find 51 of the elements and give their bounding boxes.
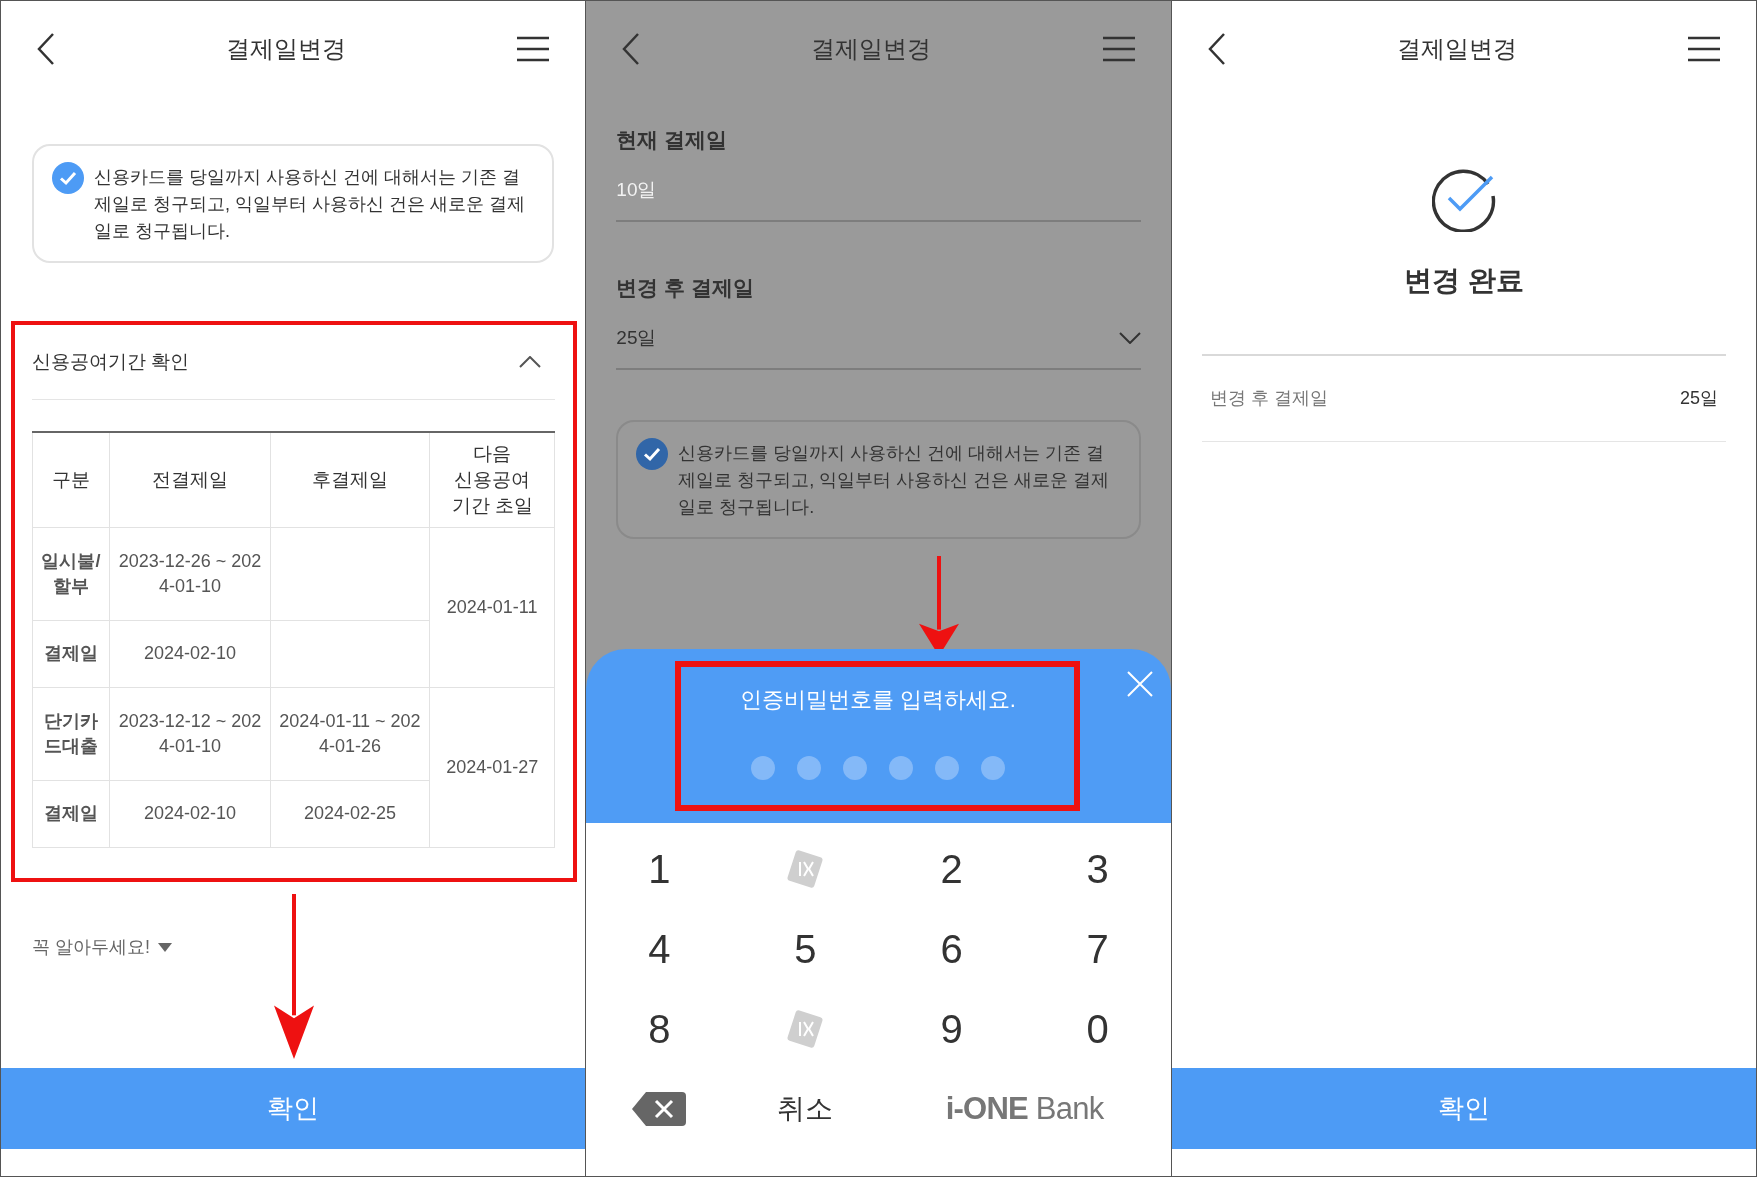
keypad-key[interactable]: 7 (1024, 909, 1171, 989)
check-circle-icon (1431, 168, 1496, 232)
brand-logo-text: i-ONE Bank (945, 1089, 1104, 1128)
table-cell: 2024-01-11 ~ 2024-01-26 (270, 687, 430, 780)
keypad-key[interactable]: 5 (732, 909, 879, 989)
column-header: 구분 (32, 432, 110, 527)
keypad-key[interactable]: 1 (586, 829, 733, 909)
field-value[interactable]: 25일 (616, 323, 657, 353)
close-icon[interactable] (1126, 671, 1153, 697)
cancel-key[interactable]: 취소 (732, 1069, 879, 1149)
keypad-key[interactable]: 9 (878, 989, 1025, 1069)
summary-value: 25일 (1679, 387, 1718, 410)
chevron-down-icon[interactable] (1118, 332, 1141, 344)
table-cell: 결제일 (32, 780, 110, 847)
screen-title: 결제일변경 (1396, 33, 1517, 64)
back-icon[interactable] (1207, 32, 1226, 65)
column-header: 후결제일 (270, 432, 430, 527)
pin-prompt: 인증비밀번호를 입력하세요. (739, 686, 1016, 714)
accordion-header[interactable]: 신용공여기간 확인 (32, 325, 556, 400)
table-cell: 2024-01-11 (429, 527, 555, 687)
keypad-key[interactable]: 4 (586, 909, 733, 989)
screen-title: 결제일변경 (811, 33, 932, 64)
table-cell: 단기카드대출 (32, 687, 110, 780)
table-cell: 2024-01-27 (429, 687, 555, 847)
keypad-key[interactable]: 0 (1024, 989, 1171, 1069)
backspace-icon[interactable] (632, 1092, 687, 1126)
screen-title: 결제일변경 (226, 33, 347, 64)
field-label: 변경 후 결제일 (616, 275, 755, 301)
keypad-key[interactable]: 3 (1024, 829, 1171, 909)
menu-icon[interactable] (517, 35, 550, 62)
keypad-key[interactable]: 6 (878, 909, 1025, 989)
notice-text: 신용카드를 당일까지 사용하신 건에 대해서는 기존 결제일로 청구되고, 익일부터 사용하신 건은 새로운 결제일로 청구됩니다. (678, 442, 1111, 519)
keypad-key[interactable]: 8 (586, 989, 733, 1069)
field-value: 10일 (616, 177, 657, 202)
menu-icon[interactable] (1687, 35, 1720, 62)
summary-label: 변경 후 결제일 (1209, 387, 1328, 410)
table-cell: 2024-02-10 (109, 780, 271, 847)
tip-toggle[interactable]: 꼭 알아두세요! (32, 933, 172, 961)
status-title: 변경 완료 (1403, 264, 1524, 298)
caret-icon (158, 942, 172, 952)
table-cell: 2023-12-12 ~ 2024-01-10 (109, 687, 271, 780)
notice-text: 신용카드를 당일까지 사용하신 건에 대해서는 기존 결제일로 청구되고, 익일부터 사용하신 건은 새로운 결제일로 청구됩니다. (94, 166, 526, 243)
column-header: 전결제일 (109, 432, 271, 527)
table-cell: 일시불/할부 (32, 527, 110, 620)
table-cell: 2023-12-26 ~ 2024-01-10 (109, 527, 271, 620)
keypad-key[interactable]: 2 (878, 829, 1025, 909)
field-label: 현재 결제일 (616, 127, 729, 153)
table-cell: 결제일 (32, 620, 110, 687)
column-header: 다음 신용공여 기간 초일 (429, 432, 555, 527)
back-icon[interactable] (37, 32, 55, 65)
table-cell: 2024-02-10 (109, 620, 271, 687)
